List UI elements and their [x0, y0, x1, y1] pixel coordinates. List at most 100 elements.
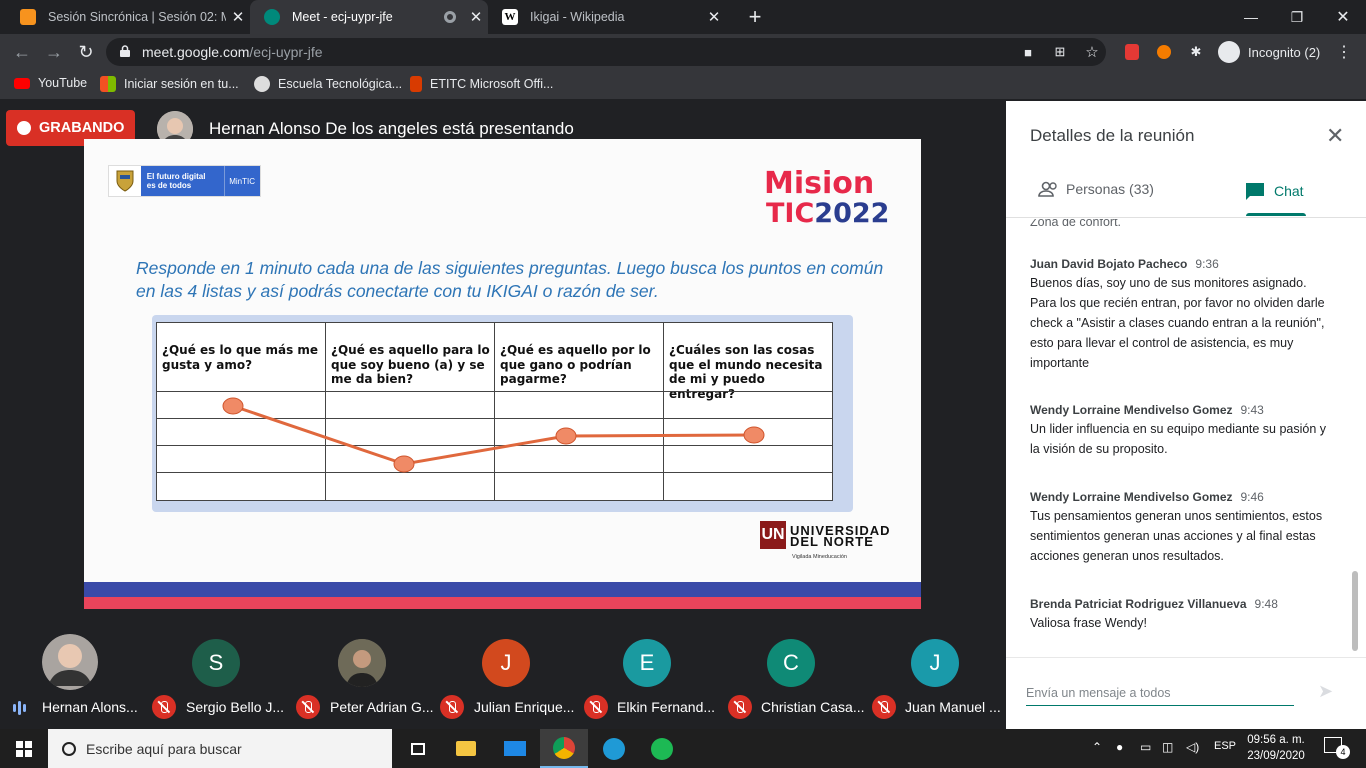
browser-toolbar: ← → ↻ meet.google.com/ecj-uypr-jfe ■ ⊞ ☆… — [0, 34, 1366, 70]
avatar: J — [482, 639, 530, 687]
chat-icon — [1246, 183, 1264, 200]
windows-taskbar: Escribe aquí para buscar ⌃ ● ▭ ◫ ◁) ESP … — [0, 729, 1366, 768]
chat-message-input[interactable]: Envía un mensaje a todos — [1026, 681, 1294, 706]
task-view-icon[interactable] — [394, 729, 442, 768]
participant-strip: Hernan Alons... S Sergio Bello J... Pete… — [0, 628, 1006, 728]
volume-icon[interactable]: ◁) — [1186, 740, 1199, 754]
file-explorer-icon[interactable] — [442, 729, 490, 768]
menu-kebab-icon[interactable]: ⋮ — [1334, 42, 1354, 62]
microsoft-icon — [100, 76, 116, 92]
close-tab-icon[interactable]: ✕ — [702, 8, 726, 26]
incognito-icon — [1218, 41, 1240, 63]
moodle-icon — [20, 9, 36, 25]
url-host: meet.google.com — [142, 44, 250, 60]
tab-people[interactable]: Personas (33) — [1038, 181, 1154, 197]
connection-line — [222, 397, 765, 473]
reload-icon[interactable]: ↻ — [74, 40, 98, 64]
youtube-icon — [14, 77, 30, 89]
participant-tile[interactable]: J Julian Enrique... — [432, 628, 574, 728]
presenter-status: Hernan Alonso De los angeles está presen… — [209, 119, 574, 138]
bookmark-etitc-office[interactable]: ETITC Microsoft Offi... — [410, 76, 553, 92]
microphone-icon[interactable]: ● — [1116, 740, 1123, 754]
extension-red-icon[interactable] — [1122, 42, 1142, 62]
send-icon[interactable]: ➤ — [1318, 681, 1333, 702]
camera-blocked-icon[interactable]: ■ — [1018, 42, 1038, 62]
participant-tile[interactable]: Hernan Alons... — [0, 628, 140, 728]
restore-icon[interactable]: ❐ — [1274, 0, 1320, 34]
office-icon — [410, 76, 422, 92]
avatar: J — [911, 639, 959, 687]
windows-start-icon[interactable] — [0, 729, 48, 768]
muted-mic-icon — [872, 695, 896, 719]
recording-indicator-icon — [444, 11, 456, 23]
avatar: E — [623, 639, 671, 687]
chat-messages: Zona de confort. Juan David Bojato Pache… — [1030, 219, 1330, 657]
new-tab-icon[interactable]: + — [732, 0, 778, 34]
spotify-icon[interactable] — [638, 729, 686, 768]
active-tab-indicator — [1246, 213, 1306, 216]
minimize-icon[interactable]: — — [1228, 0, 1274, 34]
avatar: S — [192, 639, 240, 687]
mail-icon[interactable] — [491, 729, 539, 768]
extension-orange-icon[interactable] — [1154, 42, 1174, 62]
meeting-details-panel: Detalles de la reunión ✕ Personas (33) C… — [1006, 101, 1366, 729]
address-bar[interactable]: meet.google.com/ecj-uypr-jfe — [106, 38, 1106, 66]
avatar — [42, 634, 98, 690]
tray-chevron-icon[interactable]: ⌃ — [1092, 740, 1102, 754]
gov-logo: El futuro digital es de todos MinTIC — [108, 165, 261, 197]
chat-message: Wendy Lorraine Mendivelso Gomez 9:46 Tus … — [1030, 490, 1323, 563]
ikigai-table: ¿Qué es lo que más me gusta y amo? ¿Qué … — [152, 315, 853, 512]
close-tab-icon[interactable]: ✕ — [464, 8, 488, 26]
participant-tile[interactable]: S Sergio Bello J... — [144, 628, 284, 728]
extensions-puzzle-icon[interactable]: ✱ — [1186, 42, 1206, 62]
footer-band — [84, 582, 921, 597]
chat-message: Brenda Patriciat Rodriguez Villanueva 9:4… — [1030, 597, 1278, 630]
network-icon[interactable]: ◫ — [1162, 740, 1173, 754]
back-icon[interactable]: ← — [10, 40, 34, 64]
language-indicator[interactable]: ESP — [1214, 740, 1236, 752]
close-panel-icon[interactable]: ✕ — [1326, 123, 1344, 149]
muted-mic-icon — [440, 695, 464, 719]
tab-meet[interactable]: Meet - ecj-uypr-jfe ✕ — [250, 0, 488, 34]
presentation-slide: El futuro digital es de todos MinTIC Misi… — [84, 139, 921, 609]
url-path: /ecj-uypr-jfe — [249, 44, 323, 60]
chat-message: Juan David Bojato Pacheco 9:36 Buenos día… — [1030, 257, 1325, 370]
battery-icon[interactable]: ▭ — [1140, 740, 1151, 754]
bookmark-youtube[interactable]: YouTube — [14, 76, 87, 90]
edge-icon[interactable] — [590, 729, 638, 768]
muted-mic-icon — [728, 695, 752, 719]
mision-tic-logo: Mision TIC2022 — [764, 166, 890, 229]
chrome-icon[interactable] — [540, 729, 588, 768]
participant-tile[interactable]: Peter Adrian G... — [288, 628, 434, 728]
point-marker — [222, 397, 244, 415]
bookmark-escuela[interactable]: Escuela Tecnológica... — [254, 76, 402, 92]
tab-ikigai[interactable]: W Ikigai - Wikipedia ✕ — [488, 0, 726, 34]
bookmark-star-icon[interactable]: ☆ — [1082, 42, 1102, 62]
translate-icon[interactable]: ⊞ — [1050, 42, 1070, 62]
forward-icon[interactable]: → — [42, 40, 66, 64]
chat-message: Wendy Lorraine Mendivelso Gomez 9:43 Un l… — [1030, 403, 1327, 456]
footer-band — [84, 597, 921, 609]
slide-instructions: Responde en 1 minuto cada una de las sig… — [136, 258, 884, 301]
clock[interactable]: 09:56 a. m. 23/09/2020 — [1244, 732, 1308, 764]
tab-chat[interactable]: Chat — [1244, 181, 1304, 201]
participant-tile[interactable]: J Juan Manuel ... — [863, 628, 1003, 728]
participant-tile[interactable]: E Elkin Fernand... — [575, 628, 715, 728]
chat-scrollbar[interactable] — [1352, 571, 1358, 651]
point-marker — [393, 455, 415, 473]
close-tab-icon[interactable]: ✕ — [226, 8, 250, 26]
browser-tab-bar: Sesión Sincrónica | Sesión 02: Mi ✕ Meet… — [0, 0, 1366, 34]
tab-sesion-sincronica[interactable]: Sesión Sincrónica | Sesión 02: Mi ✕ — [6, 0, 250, 34]
panel-title: Detalles de la reunión — [1030, 126, 1195, 145]
search-icon — [62, 741, 76, 756]
meet-icon — [264, 9, 280, 25]
bookmark-iniciar-sesion[interactable]: Iniciar sesión en tu... — [100, 76, 239, 92]
record-dot-icon — [17, 121, 31, 135]
lock-icon — [120, 45, 130, 57]
notifications-icon[interactable]: 4 — [1324, 737, 1350, 759]
window-close-icon[interactable]: ✕ — [1320, 0, 1366, 34]
escuela-logo-icon — [254, 76, 270, 92]
incognito-badge[interactable]: Incognito (2) — [1218, 40, 1320, 64]
participant-tile[interactable]: C Christian Casa... — [719, 628, 864, 728]
taskbar-search[interactable]: Escribe aquí para buscar — [48, 729, 392, 768]
